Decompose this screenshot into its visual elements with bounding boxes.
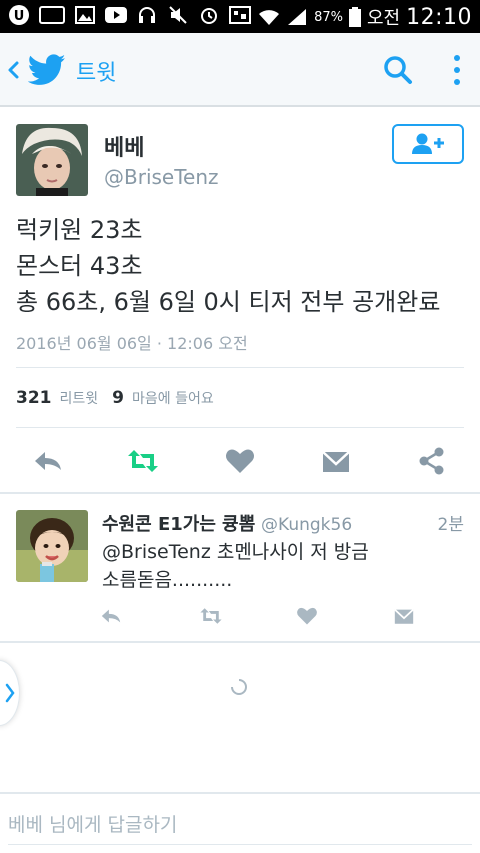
retweet-icon[interactable] — [199, 604, 223, 628]
more-options-icon[interactable] — [447, 52, 467, 88]
twitter-bird-icon[interactable] — [28, 53, 66, 87]
alarm-icon — [198, 4, 220, 26]
page-title: 트윗 — [76, 61, 117, 86]
back-chevron-icon[interactable] — [4, 55, 22, 85]
reply-icon[interactable] — [31, 444, 65, 478]
tweet-text: 럭키원 23초 몬스터 43초 총 66초, 6월 6일 0시 티저 전부 공개… — [16, 212, 466, 320]
headphones-icon — [136, 4, 158, 26]
tweet-actions — [0, 440, 480, 482]
battery-icon — [348, 6, 361, 28]
reply-author-handle[interactable]: @Kungk56 — [261, 515, 352, 535]
divider — [16, 427, 464, 428]
compose-reply-bar — [0, 792, 480, 853]
data-icon — [229, 4, 251, 26]
retweet-count[interactable]: 321 — [16, 388, 52, 408]
wifi-icon — [258, 6, 280, 28]
author-avatar[interactable] — [16, 124, 88, 196]
svg-text:U: U — [14, 9, 25, 24]
author-name[interactable]: 베베 — [104, 130, 144, 162]
reply-line: @BriseTenz 초멘나사이 저 방금 — [102, 541, 369, 563]
section-divider — [0, 641, 480, 643]
chevron-right-icon[interactable] — [4, 682, 16, 704]
reply-header: 수원콘 E1가는 큥뽐 @Kungk56 — [102, 510, 352, 536]
tweet-stats: 321 리트윗 9 마음에 들어요 — [16, 388, 228, 408]
add-user-icon — [412, 133, 444, 154]
status-ampm: 오전 — [366, 8, 401, 29]
status-time: 12:10 — [406, 4, 472, 30]
status-bar: U 87% 오전 12:10 — [0, 0, 480, 33]
section-divider — [0, 492, 480, 494]
reply-actions — [0, 602, 480, 632]
reply-text: @BriseTenz 초멘나사이 저 방금 소름돋음.......... — [102, 538, 462, 594]
like-icon[interactable] — [223, 444, 257, 478]
u-plus-icon: U — [8, 4, 30, 26]
retweet-label[interactable]: 리트윗 — [60, 388, 99, 408]
youtube-icon — [105, 4, 127, 26]
tweet-line: 몬스터 43초 — [16, 252, 143, 280]
divider — [16, 367, 464, 368]
reply-avatar[interactable] — [16, 510, 88, 582]
input-underline — [8, 844, 472, 845]
app-bar: 트윗 — [0, 33, 480, 107]
battery-percent: 87% — [314, 9, 343, 25]
follow-button[interactable] — [392, 124, 464, 164]
reply-line: 소름돋음.......... — [102, 569, 233, 591]
message-icon[interactable] — [392, 604, 416, 628]
battery-badge-icon — [39, 4, 65, 26]
message-icon[interactable] — [319, 444, 353, 478]
share-icon[interactable] — [415, 444, 449, 478]
tweet-timestamp: 2016년 06월 06일 · 12:06 오전 — [16, 334, 248, 353]
loading-spinner-icon — [231, 679, 247, 695]
signal-icon — [286, 6, 308, 28]
author-handle[interactable]: @BriseTenz — [104, 165, 219, 189]
like-count[interactable]: 9 — [112, 388, 124, 408]
reply-input[interactable] — [8, 810, 448, 840]
tweet-line: 총 66초, 6월 6일 0시 티저 전부 공개완료 — [16, 288, 441, 316]
search-icon[interactable] — [383, 55, 413, 85]
like-icon[interactable] — [295, 604, 319, 628]
reply-time: 2분 — [437, 515, 464, 535]
mute-icon — [167, 4, 189, 26]
tweet-line: 럭키원 23초 — [16, 216, 143, 244]
retweet-icon[interactable] — [126, 444, 160, 478]
reply-author-name[interactable]: 수원콘 E1가는 큥뽐 — [102, 514, 255, 535]
gallery-icon — [74, 4, 96, 26]
like-label[interactable]: 마음에 들어요 — [132, 388, 214, 408]
reply-icon[interactable] — [99, 604, 123, 628]
